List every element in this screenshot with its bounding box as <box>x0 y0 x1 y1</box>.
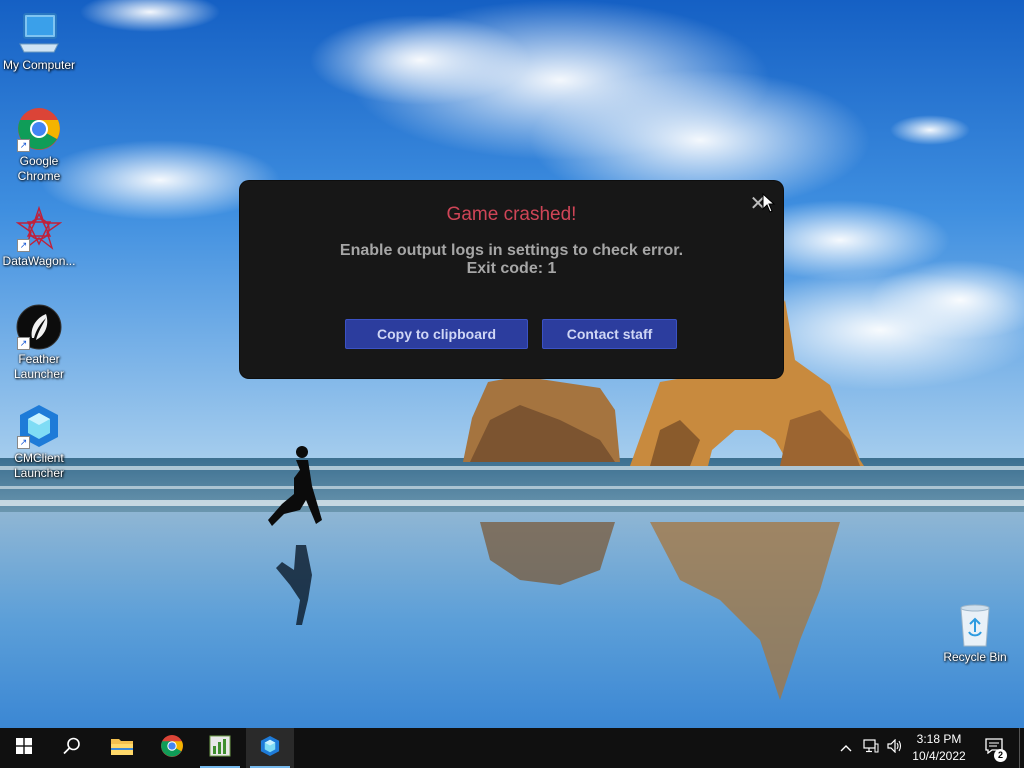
computer-icon <box>16 10 62 56</box>
shortcut-arrow-icon: ↗ <box>17 239 30 252</box>
feather-icon: ↗ <box>16 304 62 350</box>
desktop-icon-label: Recycle Bin <box>943 650 1007 664</box>
chrome-icon <box>160 734 184 763</box>
notification-center-button[interactable]: 2 <box>980 728 1008 768</box>
file-explorer-icon <box>110 736 134 761</box>
clock-time: 3:18 PM <box>916 732 962 746</box>
desktop-icon-label: My Computer <box>2 58 76 72</box>
game-crash-dialog: Game crashed! ✕ Enable output logs in se… <box>240 181 783 378</box>
start-icon <box>16 737 32 759</box>
notification-count-badge: 2 <box>994 748 1007 762</box>
start-button[interactable] <box>0 728 48 768</box>
shortcut-arrow-icon: ↗ <box>17 436 30 449</box>
shortcut-arrow-icon: ↗ <box>17 337 30 350</box>
show-hidden-icons-button[interactable] <box>836 728 856 768</box>
mouse-cursor-icon <box>762 192 776 218</box>
desktop-icon-my-computer[interactable]: My Computer <box>0 10 78 73</box>
taskbar-cmclient[interactable] <box>246 728 294 768</box>
contact-staff-button[interactable]: Contact staff <box>542 319 677 349</box>
search-button[interactable] <box>48 728 96 768</box>
chrome-icon: ↗ <box>16 106 62 152</box>
recycle-bin-icon <box>952 602 998 648</box>
datawagon-icon: ↗ <box>15 205 63 252</box>
taskbar-file-explorer[interactable] <box>98 728 146 768</box>
notepad-icon <box>208 734 232 763</box>
search-icon <box>63 737 81 760</box>
network-icon <box>863 738 879 758</box>
desktop-icon-label: DataWagon... <box>2 254 76 268</box>
desktop-icon-feather-launcher[interactable]: ↗ Feather Launcher <box>0 304 78 382</box>
dialog-title: Game crashed! <box>446 204 577 225</box>
taskbar: 3:18 PM 10/4/2022 2 <box>0 728 1024 768</box>
notification-icon: 2 <box>985 737 1007 762</box>
volume-icon <box>887 738 903 758</box>
copy-to-clipboard-button[interactable]: Copy to clipboard <box>345 319 528 349</box>
taskbar-notepad[interactable] <box>196 728 244 768</box>
cmclient-icon <box>259 735 281 762</box>
desktop-icon-label: CMClient Launcher <box>13 451 65 480</box>
desktop-icon-recycle-bin[interactable]: Recycle Bin <box>936 602 1014 665</box>
network-button[interactable] <box>860 728 882 768</box>
desktop-icon-google-chrome[interactable]: ↗ Google Chrome <box>0 106 78 184</box>
desktop-icon-label: Feather Launcher <box>13 352 65 381</box>
show-desktop-button[interactable] <box>1019 728 1024 768</box>
exit-code-text: Exit code: 1 <box>466 260 557 277</box>
shortcut-arrow-icon: ↗ <box>17 139 30 152</box>
chevron-up-icon <box>840 739 852 757</box>
error-message-text: Enable output logs in settings to check … <box>339 242 684 259</box>
dialog-message: Enable output logs in settings to check … <box>240 242 783 278</box>
clock-date: 10/4/2022 <box>912 749 966 763</box>
desktop-icon-cmclient-launcher[interactable]: ↗ CMClient Launcher <box>0 403 78 481</box>
desktop-icon-label: Google Chrome <box>17 154 61 183</box>
cmclient-icon: ↗ <box>16 403 62 449</box>
desktop-icon-datawagon[interactable]: ↗ DataWagon... <box>0 205 78 269</box>
taskbar-clock[interactable]: 3:18 PM 10/4/2022 <box>906 731 972 765</box>
taskbar-chrome[interactable] <box>148 728 196 768</box>
volume-button[interactable] <box>884 728 906 768</box>
